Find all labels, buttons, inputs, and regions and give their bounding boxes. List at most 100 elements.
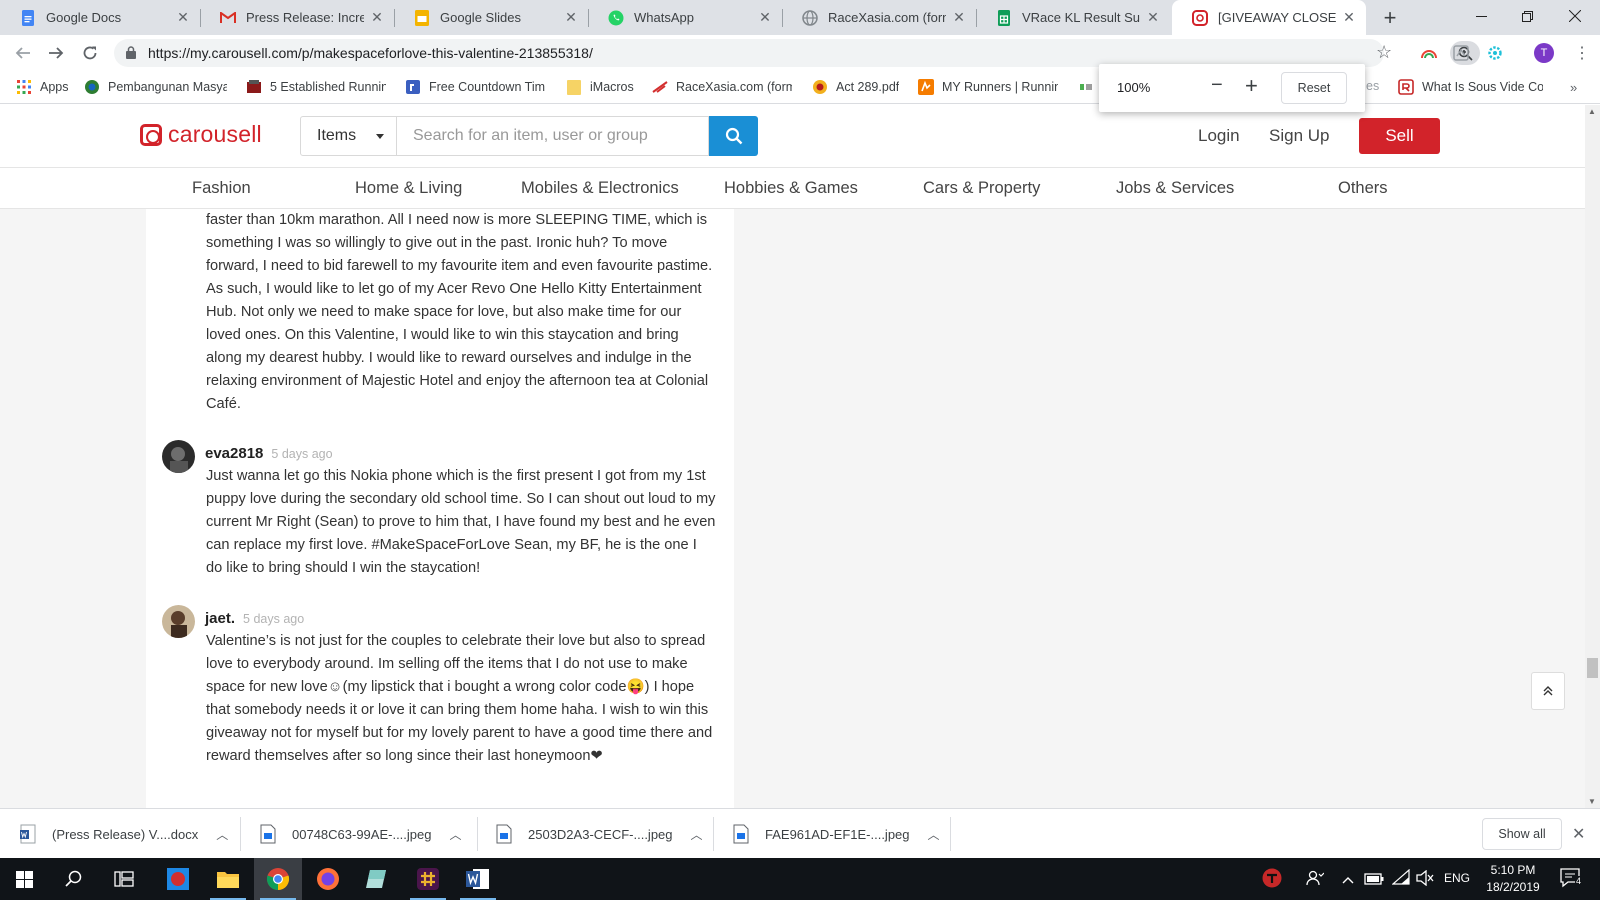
zoom-out-button[interactable]: − bbox=[1211, 74, 1223, 97]
sell-button[interactable]: Sell bbox=[1359, 118, 1440, 154]
search-category-select[interactable]: Items bbox=[300, 116, 397, 156]
category-jobs-services[interactable]: Jobs & Services bbox=[1116, 179, 1234, 198]
address-bar[interactable]: https://my.carousell.com/p/makespaceforl… bbox=[114, 39, 1480, 67]
task-view-button[interactable] bbox=[100, 858, 148, 900]
category-mobiles-electronics[interactable]: Mobiles & Electronics bbox=[521, 179, 679, 198]
download-item[interactable]: 00748C63-99AE-....jpeg ︿ bbox=[260, 809, 462, 859]
taskbar-file-explorer[interactable] bbox=[204, 858, 252, 900]
category-home-living[interactable]: Home & Living bbox=[355, 179, 462, 198]
scroll-up-arrow-icon[interactable]: ▲ bbox=[1588, 107, 1596, 116]
category-fashion[interactable]: Fashion bbox=[192, 179, 251, 198]
taskbar-chrome[interactable] bbox=[254, 858, 302, 900]
bookmark-countdown[interactable]: Free Countdown Tim bbox=[405, 79, 545, 95]
window-close-button[interactable] bbox=[1552, 0, 1598, 32]
tab-gmail[interactable]: Press Release: Increase ✕ bbox=[200, 0, 394, 35]
close-icon[interactable]: ✕ bbox=[950, 9, 968, 27]
chevron-up-icon[interactable]: ︿ bbox=[216, 826, 228, 843]
bookmark-sous-vide[interactable]: What Is Sous Vide Co bbox=[1398, 79, 1543, 95]
bookmark-star-icon[interactable]: ☆ bbox=[1376, 42, 1392, 63]
category-cars-property[interactable]: Cars & Property bbox=[923, 179, 1040, 198]
download-item[interactable]: (Press Release) V....docx ︿ bbox=[20, 809, 228, 859]
bookmark-5-established[interactable]: 5 Established Runnin bbox=[246, 79, 386, 95]
chevron-up-icon[interactable] bbox=[1342, 871, 1354, 887]
battery-icon[interactable] bbox=[1364, 872, 1384, 888]
download-item[interactable]: 2503D2A3-CECF-....jpeg ︿ bbox=[496, 809, 703, 859]
close-icon[interactable]: ✕ bbox=[562, 9, 580, 27]
people-icon[interactable] bbox=[1306, 870, 1325, 889]
forward-arrow-icon bbox=[49, 47, 64, 59]
menu-icon[interactable]: ⋮ bbox=[1574, 43, 1590, 63]
taskbar-clock[interactable]: 5:10 PM 18/2/2019 bbox=[1478, 862, 1548, 896]
imacros-extension-icon[interactable] bbox=[1452, 44, 1470, 62]
avatar[interactable] bbox=[162, 440, 195, 473]
bookmark-fragment[interactable]: es bbox=[1366, 79, 1379, 93]
chevron-up-icon[interactable]: ︿ bbox=[691, 826, 703, 843]
category-hobbies-games[interactable]: Hobbies & Games bbox=[724, 179, 858, 198]
back-button[interactable] bbox=[10, 40, 36, 66]
bookmark-apps[interactable]: Apps bbox=[16, 79, 69, 95]
avatar[interactable] bbox=[162, 605, 195, 638]
close-icon[interactable]: ✕ bbox=[368, 9, 386, 27]
taskbar-firefox[interactable] bbox=[304, 858, 352, 900]
input-language[interactable]: ENG bbox=[1444, 871, 1470, 885]
search-input[interactable]: Search for an item, user or group bbox=[397, 116, 709, 156]
scroll-down-arrow-icon[interactable]: ▼ bbox=[1588, 797, 1596, 806]
chevron-up-icon[interactable]: ︿ bbox=[928, 826, 940, 843]
signup-link[interactable]: Sign Up bbox=[1269, 126, 1329, 146]
taskbar-slack[interactable] bbox=[404, 858, 452, 900]
bookmark-pembangunan[interactable]: Pembangunan Masya bbox=[84, 79, 227, 95]
tab-racexasia[interactable]: RaceXasia.com (former ✕ bbox=[782, 0, 976, 35]
comment-username[interactable]: jaet. bbox=[205, 610, 235, 627]
image-file-icon bbox=[260, 824, 276, 844]
close-icon[interactable]: ✕ bbox=[174, 9, 192, 27]
comment-username[interactable]: eva2818 bbox=[205, 445, 263, 462]
download-item[interactable]: FAE961AD-EF1E-....jpeg ︿ bbox=[733, 809, 940, 859]
tray-app-icon[interactable] bbox=[1262, 868, 1282, 891]
close-icon[interactable]: ✕ bbox=[1340, 9, 1358, 27]
bookmark-imacros[interactable]: iMacros bbox=[566, 79, 634, 95]
taskbar-app-teal[interactable] bbox=[354, 858, 402, 900]
category-others[interactable]: Others bbox=[1338, 179, 1388, 198]
scroll-to-top-button[interactable] bbox=[1531, 672, 1565, 710]
rainbow-extension-icon[interactable] bbox=[1420, 44, 1438, 62]
gear-extension-icon[interactable] bbox=[1486, 44, 1504, 62]
new-tab-button[interactable]: + bbox=[1378, 5, 1402, 30]
forward-button[interactable] bbox=[43, 40, 69, 66]
restore-button[interactable] bbox=[1504, 0, 1550, 32]
taskbar-word[interactable] bbox=[454, 858, 502, 900]
show-all-downloads-button[interactable]: Show all bbox=[1482, 818, 1562, 850]
chevron-double-right-icon[interactable]: » bbox=[1570, 80, 1577, 95]
bookmark-my-runners[interactable]: MY Runners | Runnin bbox=[918, 79, 1058, 95]
reload-button[interactable] bbox=[77, 40, 103, 66]
page-scrollbar[interactable]: ▲ ▼ bbox=[1585, 105, 1600, 808]
tab-vrace-sheets[interactable]: VRace KL Result Submi ✕ bbox=[976, 0, 1170, 35]
wifi-icon[interactable] bbox=[1391, 868, 1410, 888]
minimize-button[interactable] bbox=[1458, 0, 1504, 32]
close-icon[interactable]: ✕ bbox=[1144, 9, 1162, 27]
tab-title: Press Release: Increase bbox=[246, 10, 364, 25]
tab-whatsapp[interactable]: WhatsApp ✕ bbox=[588, 0, 782, 35]
chevron-up-icon[interactable]: ︿ bbox=[449, 826, 461, 843]
bookmark-label: iMacros bbox=[590, 80, 634, 94]
bookmark-act-289[interactable]: Act 289.pdf bbox=[812, 79, 899, 95]
login-link[interactable]: Login bbox=[1198, 126, 1240, 146]
zoom-in-button[interactable]: + bbox=[1245, 73, 1258, 99]
search-taskbar-button[interactable] bbox=[50, 858, 98, 900]
carousell-logo[interactable]: carousell bbox=[140, 121, 262, 148]
zoom-reset-button[interactable]: Reset bbox=[1281, 72, 1347, 104]
search-button[interactable] bbox=[709, 116, 758, 156]
tab-google-docs[interactable]: Google Docs ✕ bbox=[0, 0, 200, 35]
volume-muted-icon[interactable] bbox=[1416, 869, 1434, 889]
scrollbar-thumb[interactable] bbox=[1587, 658, 1598, 678]
category-nav: Fashion Home & Living Mobiles & Electron… bbox=[0, 168, 1585, 209]
slack-icon bbox=[417, 868, 439, 890]
action-center-button[interactable]: 4 bbox=[1560, 868, 1583, 888]
profile-avatar[interactable]: T bbox=[1534, 43, 1554, 63]
tab-carousell-giveaway[interactable]: [GIVEAWAY CLOSED] # ✕ bbox=[1172, 0, 1366, 35]
taskbar-app-red[interactable] bbox=[154, 858, 202, 900]
tab-google-slides[interactable]: Google Slides ✕ bbox=[394, 0, 588, 35]
close-icon[interactable]: ✕ bbox=[1572, 824, 1585, 844]
close-icon[interactable]: ✕ bbox=[756, 9, 774, 27]
start-button[interactable] bbox=[0, 858, 48, 900]
bookmark-racexasia[interactable]: RaceXasia.com (form bbox=[652, 79, 792, 95]
